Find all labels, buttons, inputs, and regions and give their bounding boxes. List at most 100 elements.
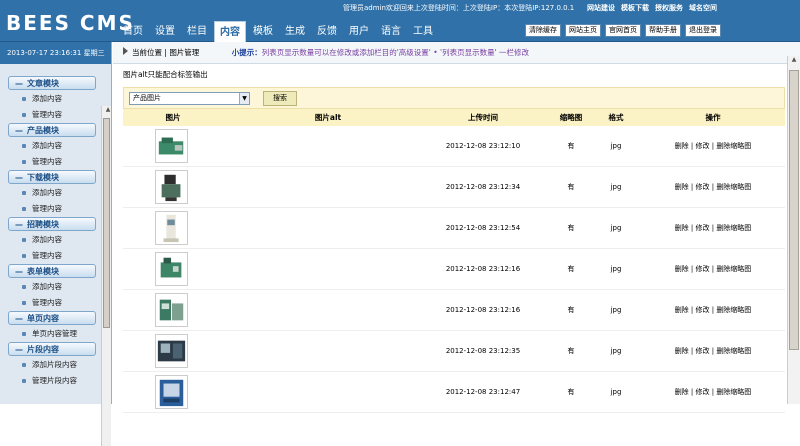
product-image[interactable] — [155, 211, 188, 245]
nav-columns[interactable]: 栏目 — [182, 21, 212, 42]
edit-link[interactable]: 修改 — [696, 183, 710, 191]
category-select[interactable]: 产品图片 ▼ — [129, 92, 250, 105]
sidebar-item-add-content[interactable]: 添加内容 — [8, 138, 96, 154]
page-scroll-thumb[interactable] — [789, 70, 799, 350]
sidebar-section-header[interactable]: — 单页内容 — [8, 311, 96, 325]
sidebar-section-header[interactable]: — 片段内容 — [8, 342, 96, 356]
delete-thumb-link[interactable]: 删除缩略图 — [716, 142, 751, 150]
edit-link[interactable]: 修改 — [696, 142, 710, 150]
delete-thumb-link[interactable]: 删除缩略图 — [716, 347, 751, 355]
upload-time: 2012-12-08 23:12:34 — [445, 183, 521, 191]
app-logo: BEES CMS — [6, 11, 135, 35]
sidebar-item-manage-content[interactable]: 管理内容 — [8, 201, 96, 217]
sidebar-section-header[interactable]: — 下载模块 — [8, 170, 96, 184]
tip-text: 列表页显示数量可以在修改或添加栏目的 — [261, 48, 397, 57]
product-image[interactable] — [155, 129, 188, 163]
official-home-button[interactable]: 官网首页 — [605, 24, 641, 37]
edit-link[interactable]: 修改 — [696, 224, 710, 232]
sidebar-item-manage-single-page[interactable]: 单页内容管理 — [8, 326, 96, 342]
row-actions: 删除 | 修改 | 删除缩略图 — [674, 265, 752, 273]
sidebar-item-add-content[interactable]: 添加内容 — [8, 91, 96, 107]
delete-thumb-link[interactable]: 删除缩略图 — [716, 306, 751, 314]
upload-time: 2012-12-08 23:12:16 — [445, 306, 521, 314]
nav-feedback[interactable]: 反馈 — [312, 21, 342, 42]
nav-settings[interactable]: 设置 — [150, 21, 180, 42]
product-image[interactable] — [155, 170, 188, 204]
sidebar-item-manage-content[interactable]: 管理内容 — [8, 295, 96, 311]
nav-language[interactable]: 语言 — [376, 21, 406, 42]
col-format: 格式 — [608, 113, 624, 122]
product-image[interactable] — [155, 252, 188, 286]
delete-link[interactable]: 删除 — [675, 224, 689, 232]
crumb-page: 图片管理 — [169, 48, 200, 57]
edit-link[interactable]: 修改 — [696, 388, 710, 396]
sidebar-item-add-fragment[interactable]: 添加片段内容 — [8, 357, 96, 373]
collapse-icon: — — [15, 126, 23, 135]
sidebar-section-header[interactable]: — 产品模块 — [8, 123, 96, 137]
thumb-status: 有 — [567, 183, 575, 191]
tip-list-count: '列表页显示数量' — [440, 48, 497, 57]
col-alt: 图片alt — [314, 113, 342, 122]
delete-thumb-link[interactable]: 删除缩略图 — [716, 183, 751, 191]
product-image[interactable] — [155, 293, 188, 327]
main-nav: 首页 设置 栏目 内容 模板 生成 反馈 用户 语言 工具 — [118, 21, 440, 42]
help-manual-button[interactable]: 帮助手册 — [645, 24, 681, 37]
sidebar-item-manage-fragment[interactable]: 管理片段内容 — [8, 373, 96, 389]
delete-link[interactable]: 删除 — [675, 347, 689, 355]
nav-content[interactable]: 内容 — [214, 21, 246, 42]
table-header: 图片 图片alt 上传时间 缩略图 格式 操作 — [123, 109, 785, 126]
delete-link[interactable]: 删除 — [675, 306, 689, 314]
main-content: 当前位置 | 图片管理 小提示：列表页显示数量可以在修改或添加栏目的'高级设置'… — [113, 42, 800, 413]
sidebar-section-header[interactable]: — 文章模块 — [8, 76, 96, 90]
sidebar-item-add-content[interactable]: 添加内容 — [8, 185, 96, 201]
delete-link[interactable]: 删除 — [675, 142, 689, 150]
sidebar-item-manage-content[interactable]: 管理内容 — [8, 107, 96, 123]
col-thumb: 缩略图 — [559, 113, 583, 122]
delete-link[interactable]: 删除 — [675, 388, 689, 396]
scroll-up-icon[interactable]: ▲ — [104, 106, 112, 113]
delete-thumb-link[interactable]: 删除缩略图 — [716, 265, 751, 273]
nav-generate[interactable]: 生成 — [280, 21, 310, 42]
sidebar-section-header[interactable]: — 招聘模块 — [8, 217, 96, 231]
nav-templates[interactable]: 模板 — [248, 21, 278, 42]
row-actions: 删除 | 修改 | 删除缩略图 — [674, 347, 752, 355]
top-link-website[interactable]: 网站建设 — [587, 3, 615, 13]
image-format: jpg — [610, 306, 622, 314]
top-link-domain[interactable]: 域名空间 — [689, 3, 717, 13]
sidebar-section-header[interactable]: — 表单模块 — [8, 264, 96, 278]
logout-button[interactable]: 退出登录 — [685, 24, 721, 37]
edit-link[interactable]: 修改 — [696, 306, 710, 314]
collapse-icon: — — [15, 314, 23, 323]
clear-cache-button[interactable]: 清除缓存 — [525, 24, 561, 37]
chevron-down-icon: ▼ — [239, 93, 249, 104]
sidebar-scroll-thumb[interactable] — [103, 118, 110, 328]
sidebar-item-manage-content[interactable]: 管理内容 — [8, 248, 96, 264]
edit-link[interactable]: 修改 — [696, 265, 710, 273]
delete-thumb-link[interactable]: 删除缩略图 — [716, 224, 751, 232]
thumb-status: 有 — [567, 224, 575, 232]
delete-link[interactable]: 删除 — [675, 265, 689, 273]
nav-users[interactable]: 用户 — [344, 21, 374, 42]
nav-tools[interactable]: 工具 — [408, 21, 438, 42]
page-scrollbar[interactable]: ▲ — [787, 56, 800, 404]
scroll-up-icon[interactable]: ▲ — [790, 56, 798, 63]
sidebar-item-manage-content[interactable]: 管理内容 — [8, 154, 96, 170]
image-table: 2012-12-08 23:12:10 有 jpg 删除 | 修改 | 删除缩略图 20… — [123, 126, 785, 413]
product-image[interactable] — [155, 334, 188, 368]
search-button[interactable]: 搜索 — [263, 91, 297, 106]
sidebar-scrollbar[interactable]: ▲ — [101, 106, 111, 446]
top-link-license[interactable]: 授权服务 — [655, 3, 683, 13]
table-row: 2012-12-08 23:12:16 有 jpg 删除 | 修改 | 删除缩略图 — [123, 290, 785, 331]
sidebar-section-download: — 下载模块 添加内容 管理内容 — [8, 170, 96, 217]
top-link-templates[interactable]: 模板下载 — [621, 3, 649, 13]
sidebar-item-add-content[interactable]: 添加内容 — [8, 279, 96, 295]
delete-thumb-link[interactable]: 删除缩略图 — [716, 388, 751, 396]
table-row: 2012-12-08 23:12:47 有 jpg 删除 | 修改 | 删除缩略图 — [123, 372, 785, 413]
sidebar-item-add-content[interactable]: 添加内容 — [8, 232, 96, 248]
delete-link[interactable]: 删除 — [675, 183, 689, 191]
upload-time: 2012-12-08 23:12:16 — [445, 265, 521, 273]
image-format: jpg — [610, 183, 622, 191]
site-home-button[interactable]: 网站主页 — [565, 24, 601, 37]
nav-home[interactable]: 首页 — [118, 21, 148, 42]
edit-link[interactable]: 修改 — [696, 347, 710, 355]
